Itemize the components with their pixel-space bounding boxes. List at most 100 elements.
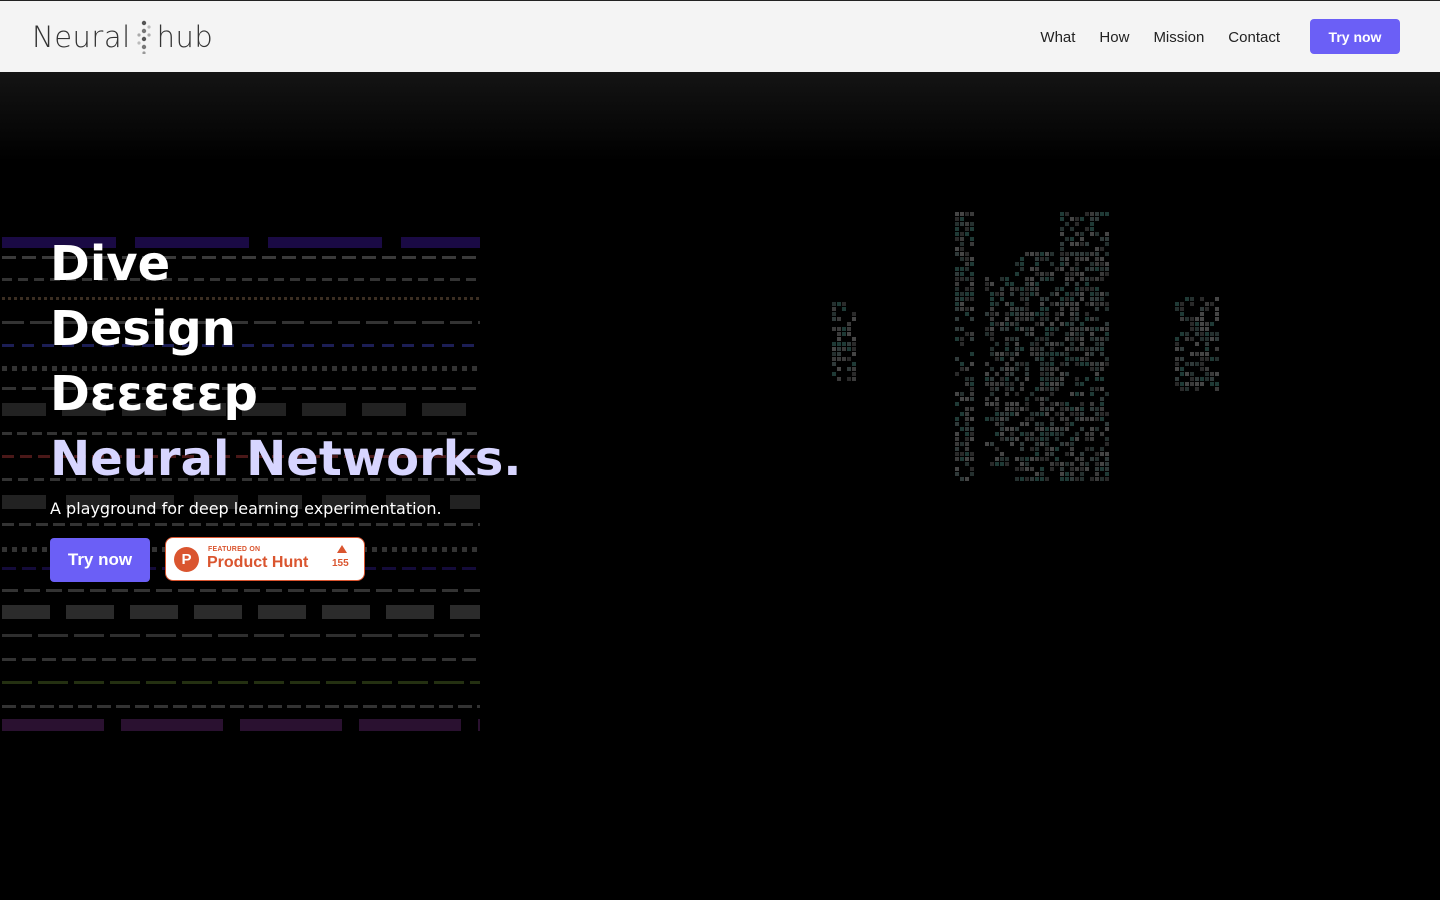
network-pixel <box>1070 217 1074 221</box>
network-pixel <box>955 357 959 361</box>
hero-tagline: A playground for deep learning experimen… <box>50 499 442 518</box>
network-pixel <box>1045 477 1049 481</box>
network-pixel <box>1105 267 1109 271</box>
neural-hub-logo[interactable]: Neural hub <box>32 19 213 55</box>
network-pixel <box>1080 272 1084 276</box>
network-pixel <box>852 312 856 316</box>
network-pixel <box>1095 457 1099 461</box>
network-pixel <box>852 347 856 351</box>
network-pixel <box>1050 277 1054 281</box>
network-pixel <box>1015 392 1019 396</box>
nav-item-mission[interactable]: Mission <box>1153 29 1204 46</box>
network-pixel <box>1195 377 1199 381</box>
network-pixel <box>990 367 994 371</box>
network-pixel <box>1050 357 1054 361</box>
nav-item-how[interactable]: How <box>1099 29 1129 46</box>
network-pixel <box>965 277 969 281</box>
network-pixel <box>1005 417 1009 421</box>
network-pixel <box>1055 317 1059 321</box>
layer-neuron <box>393 523 405 526</box>
network-pixel <box>1060 362 1064 366</box>
network-pixel <box>1095 407 1099 411</box>
network-pixel <box>1035 437 1039 441</box>
network-pixel <box>1080 467 1084 471</box>
network-pixel <box>847 327 851 331</box>
network-pixel <box>1005 377 1009 381</box>
network-pixel <box>985 372 989 376</box>
network-pixel <box>1080 402 1084 406</box>
network-pixel <box>1010 282 1014 286</box>
network-pixel <box>1050 407 1054 411</box>
layer-neuron <box>398 681 428 684</box>
layer-neuron <box>332 589 348 592</box>
network-pixel <box>1075 457 1079 461</box>
network-pixel <box>965 462 969 466</box>
layer-neuron <box>222 589 238 592</box>
network-pixel <box>1055 292 1059 296</box>
layer-neuron <box>291 523 303 526</box>
network-pixel <box>1075 257 1079 261</box>
nav-item-contact[interactable]: Contact <box>1228 29 1280 46</box>
product-hunt-badge[interactable]: P FEATURED ON Product Hunt 155 <box>165 537 365 581</box>
network-pixel <box>837 337 841 341</box>
network-pixel <box>1085 377 1089 381</box>
network-pixel <box>1015 362 1019 366</box>
network-pixel <box>1030 292 1034 296</box>
network-pixel <box>1020 407 1024 411</box>
network-pixel <box>1100 337 1104 341</box>
network-pixel <box>1205 302 1209 306</box>
network-pixel <box>955 452 959 456</box>
network-pixel <box>1020 467 1024 471</box>
layer-neuron <box>422 567 436 570</box>
network-pixel <box>1015 427 1019 431</box>
network-pixel <box>1070 412 1074 416</box>
network-pixel <box>960 247 964 251</box>
network-pixel <box>1040 397 1044 401</box>
layer-neuron <box>308 523 320 526</box>
network-pixel <box>1105 232 1109 236</box>
network-pixel <box>1085 277 1089 281</box>
network-pixel <box>1090 292 1094 296</box>
network-pixel <box>1080 327 1084 331</box>
network-pixel <box>1200 297 1204 301</box>
network-pixel <box>1070 267 1074 271</box>
network-pixel <box>1065 472 1069 476</box>
network-pixel <box>1100 247 1104 251</box>
network-pixel <box>1070 422 1074 426</box>
nav-item-what[interactable]: What <box>1040 29 1075 46</box>
try-now-hero-button[interactable]: Try now <box>50 538 150 582</box>
layer-neuron <box>462 658 476 661</box>
network-pixel <box>1200 382 1204 386</box>
try-now-header-button[interactable]: Try now <box>1310 19 1400 54</box>
network-pixel <box>1020 262 1024 266</box>
network-pixel <box>1040 372 1044 376</box>
network-pixel <box>1035 252 1039 256</box>
network-pixel <box>1075 242 1079 246</box>
network-pixel <box>1035 472 1039 476</box>
network-pixel <box>970 317 974 321</box>
network-pixel <box>1040 437 1044 441</box>
network-pixel <box>852 377 856 381</box>
layer-neuron <box>363 705 377 708</box>
network-pixel <box>832 307 836 311</box>
network-pixel <box>995 292 999 296</box>
network-pixel <box>842 307 846 311</box>
network-pixel <box>1015 377 1019 381</box>
network-pixel <box>1005 382 1009 386</box>
product-hunt-featured-label: FEATURED ON <box>208 546 261 553</box>
network-pixel <box>1085 257 1089 261</box>
network-pixel <box>1075 217 1079 221</box>
network-pixel <box>1100 462 1104 466</box>
layer-neuron <box>266 589 282 592</box>
network-pixel <box>955 337 959 341</box>
network-pixel <box>985 397 989 401</box>
layer-neuron <box>42 658 56 661</box>
network-pixel <box>1095 252 1099 256</box>
network-pixel <box>1075 392 1079 396</box>
network-pixel <box>1060 212 1064 216</box>
network-pixel <box>1090 417 1094 421</box>
network-pixel <box>965 437 969 441</box>
network-pixel <box>1075 332 1079 336</box>
network-pixel <box>1025 422 1029 426</box>
network-pixel <box>1030 342 1034 346</box>
